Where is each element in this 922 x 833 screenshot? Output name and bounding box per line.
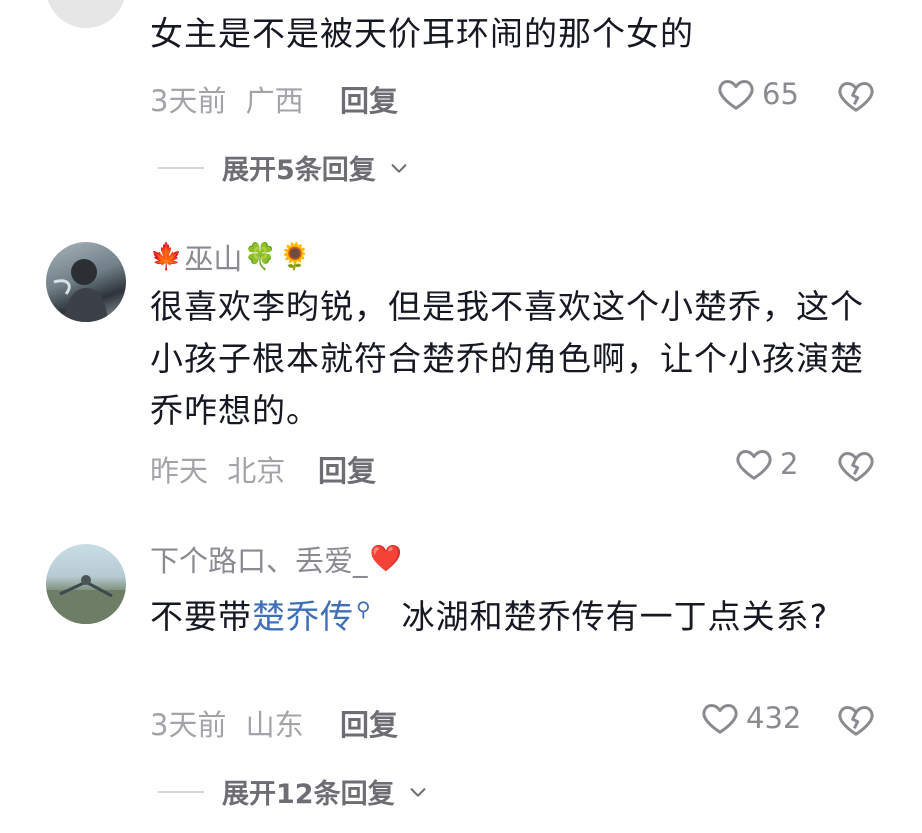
avatar[interactable] — [46, 242, 126, 322]
red-heart-icon: ❤️ — [369, 544, 402, 574]
comment-text-before: 不要带 — [150, 597, 252, 636]
comment-meta: 3天前 山东 — [150, 702, 304, 744]
avatar-image — [46, 575, 126, 624]
broken-heart-icon[interactable] — [836, 700, 876, 740]
comment-text: 很喜欢李昀锐，但是我不喜欢这个小楚乔，这个小孩子根本就符合楚乔的角色啊，让个小孩… — [150, 287, 864, 430]
chevron-down-icon — [410, 787, 426, 797]
broken-heart-icon[interactable] — [836, 76, 876, 116]
comment-location: 北京 — [227, 454, 286, 488]
comment-text-after: 冰湖和楚乔传有一丁点关系? — [401, 597, 829, 636]
like-count: 65 — [762, 77, 799, 111]
comment-time: 3天前 — [150, 708, 227, 742]
like-button[interactable]: 432 — [700, 698, 801, 738]
reply-button[interactable]: 回复 — [340, 702, 398, 744]
like-count: 2 — [780, 447, 799, 481]
username-text: 下个路口、丢爱_ — [150, 544, 368, 578]
like-button[interactable]: 2 — [734, 444, 798, 484]
avatar-image — [53, 259, 108, 322]
like-count: 432 — [746, 701, 802, 735]
topic-link-text: 楚乔传 — [252, 597, 354, 636]
divider-line — [158, 790, 204, 793]
comment-text: 女主是不是被天价耳环闹的那个女的 — [150, 14, 694, 53]
clover-icon: 🍀 — [244, 242, 277, 272]
comment-location: 山东 — [245, 708, 304, 742]
divider-line — [158, 166, 204, 169]
reply-button[interactable]: 回复 — [340, 78, 398, 120]
reply-button[interactable]: 回复 — [318, 448, 376, 490]
avatar[interactable] — [46, 544, 126, 624]
like-button[interactable]: 65 — [716, 74, 799, 114]
comment-time: 3天前 — [150, 84, 227, 118]
chevron-down-icon — [391, 163, 407, 173]
comment-meta: 昨天 北京 — [150, 448, 285, 490]
username[interactable]: 🍁 巫山 🍀 🌻 — [150, 236, 311, 278]
comment-text: 不要带楚乔传 ⚲ 冰湖和楚乔传有一丁点关系? — [150, 583, 850, 643]
username-text: 巫山 — [184, 242, 243, 276]
expand-replies-label: 展开5条回复 — [222, 155, 376, 186]
heart-outline-icon — [702, 704, 738, 734]
search-icon: ⚲ — [356, 597, 372, 621]
expand-replies-label: 展开12条回复 — [222, 779, 395, 810]
heart-outline-icon — [736, 450, 772, 480]
comment-time: 昨天 — [150, 454, 209, 488]
username[interactable]: 下个路口、丢爱_ ❤️ — [150, 538, 402, 580]
expand-replies-button[interactable]: 展开12条回复 — [158, 772, 429, 811]
comment-meta: 3天前 广西 — [150, 78, 304, 120]
heart-outline-icon — [718, 80, 754, 110]
expand-replies-button[interactable]: 展开5条回复 — [158, 148, 410, 187]
maple-leaf-icon: 🍁 — [150, 242, 183, 272]
avatar[interactable] — [46, 0, 126, 28]
broken-heart-icon[interactable] — [836, 446, 876, 486]
topic-link[interactable]: 楚乔传 ⚲ — [252, 597, 372, 636]
comment-location: 广西 — [245, 84, 304, 118]
sunflower-icon: 🌻 — [278, 242, 312, 272]
